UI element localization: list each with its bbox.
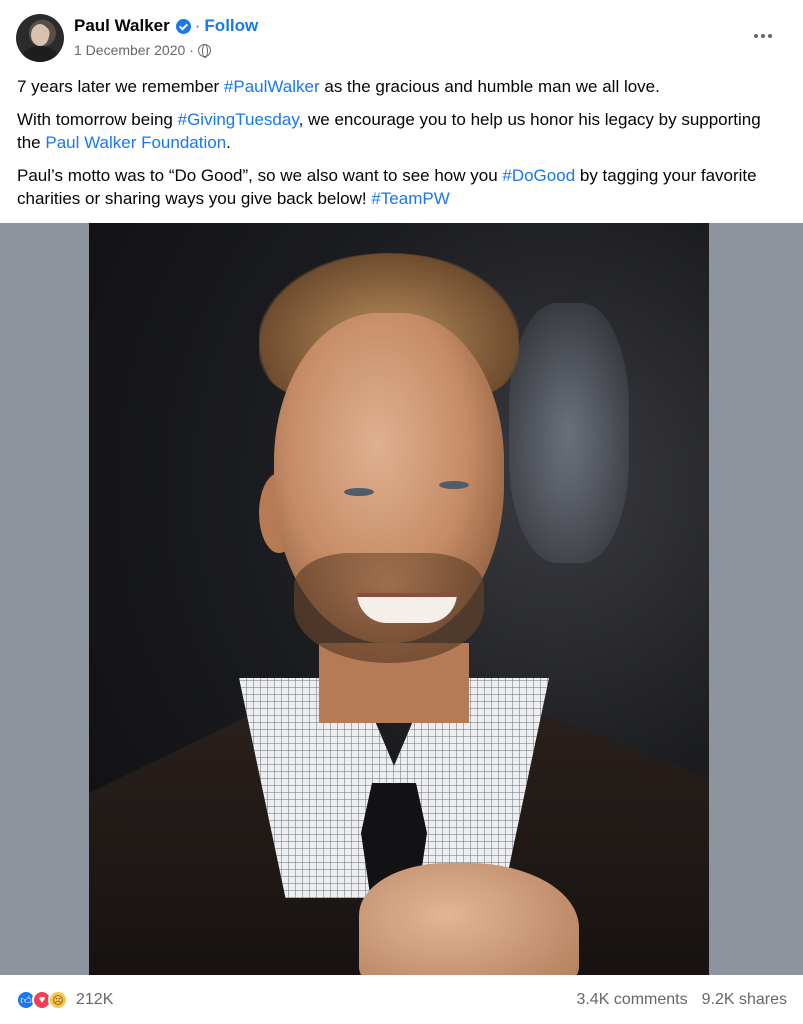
hashtag-paulwalker[interactable]: #PaulWalker: [224, 77, 320, 96]
photo-eye-left: [344, 488, 374, 496]
hashtag-dogood[interactable]: #DoGood: [502, 166, 575, 185]
reaction-count: 212K: [76, 991, 114, 1008]
more-options-button[interactable]: [747, 24, 779, 48]
text: Paul’s motto was to “Do Good”, so we als…: [17, 166, 503, 185]
engagement-counts: 3.4K comments 9.2K shares: [576, 991, 787, 1009]
more-dot-icon: [768, 34, 772, 38]
portrait-photo[interactable]: [89, 223, 709, 975]
post-header: Paul Walker · Follow 1 December 2020 ·: [16, 12, 787, 66]
hashtag-givingtuesday[interactable]: #GivingTuesday: [178, 110, 299, 129]
avatar-shoulders: [22, 46, 58, 62]
text: as the gracious and humble man we all lo…: [319, 77, 660, 96]
paragraph-3: Paul’s motto was to “Do Good”, so we als…: [17, 164, 787, 210]
verified-badge-icon: [175, 18, 191, 34]
photo-eye-right: [439, 481, 469, 489]
date-separator: ·: [189, 42, 194, 58]
photo-background-light: [509, 303, 629, 563]
shares-count[interactable]: 9.2K shares: [702, 991, 787, 1009]
more-dot-icon: [761, 34, 765, 38]
paragraph-1: 7 years later we remember #PaulWalker as…: [17, 75, 787, 98]
reactions-summary[interactable]: 👍︎ ♥ ☹ 212K: [16, 990, 113, 1010]
hashtag-teampw[interactable]: #TeamPW: [371, 189, 449, 208]
foundation-link[interactable]: Paul Walker Foundation: [45, 133, 226, 152]
follow-button[interactable]: Follow: [204, 16, 258, 36]
avatar-face: [31, 24, 49, 46]
paragraph-2: With tomorrow being #GivingTuesday, we e…: [17, 108, 787, 154]
text: 7 years later we remember: [17, 77, 224, 96]
post-text: 7 years later we remember #PaulWalker as…: [17, 75, 787, 220]
facebook-post: Paul Walker · Follow 1 December 2020 · 7…: [0, 0, 803, 1024]
more-dot-icon: [754, 34, 758, 38]
avatar[interactable]: [16, 14, 64, 62]
post-media: [0, 223, 803, 975]
post-footer: 👍︎ ♥ ☹ 212K 3.4K comments 9.2K shares: [16, 984, 787, 1016]
author-name[interactable]: Paul Walker: [74, 16, 170, 36]
text: .: [226, 133, 231, 152]
sad-reaction-icon: ☹: [48, 990, 68, 1010]
photo-smile: [357, 593, 457, 623]
text: With tomorrow being: [17, 110, 178, 129]
follow-separator: ·: [194, 16, 201, 35]
comments-count[interactable]: 3.4K comments: [576, 991, 687, 1009]
reaction-icons: 👍︎ ♥ ☹: [16, 990, 68, 1010]
globe-icon[interactable]: [197, 43, 211, 58]
author-row: Paul Walker · Follow: [74, 16, 258, 36]
post-meta: 1 December 2020 ·: [74, 42, 211, 58]
post-date[interactable]: 1 December 2020: [74, 42, 185, 58]
